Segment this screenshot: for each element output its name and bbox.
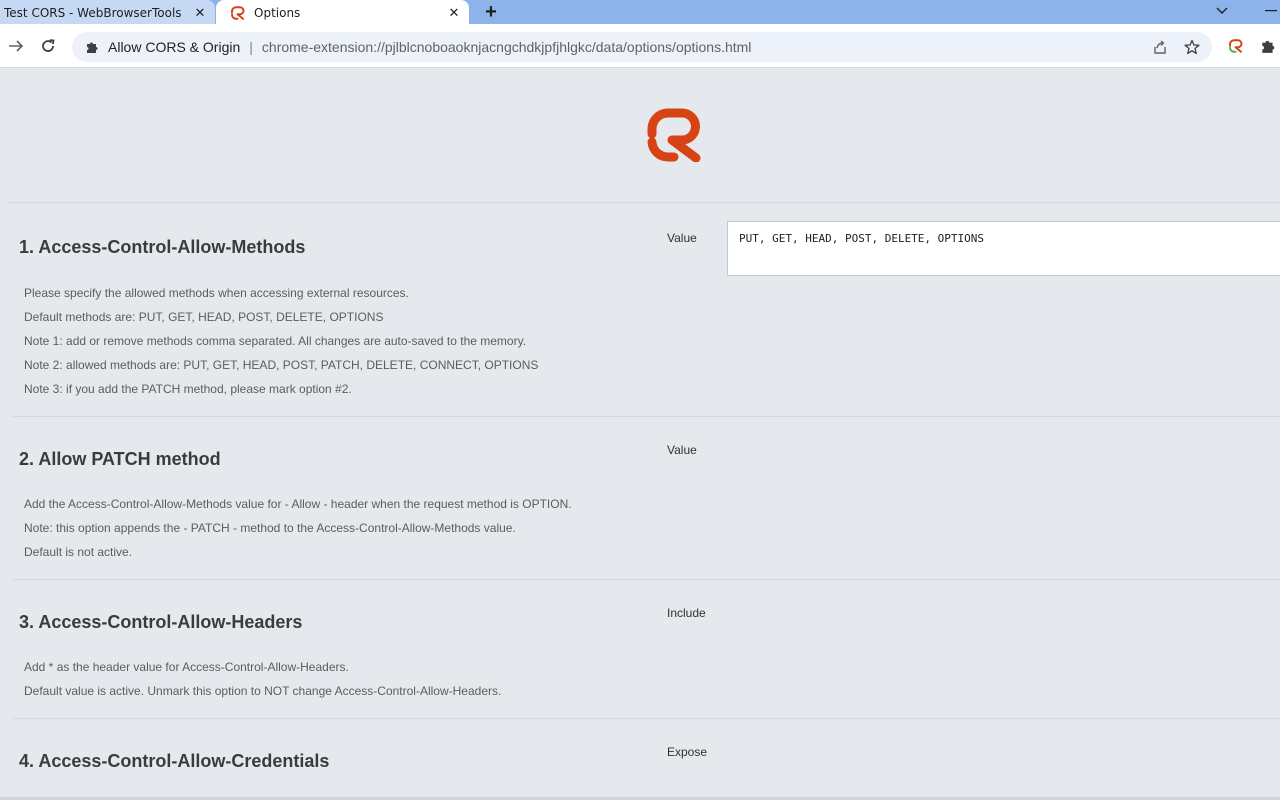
expose-label: Expose	[667, 745, 708, 759]
section-divider	[13, 416, 1280, 417]
address-bar[interactable]: Allow CORS & Origin | chrome-extension:/…	[72, 32, 1212, 62]
allowed-methods-input[interactable]: PUT, GET, HEAD, POST, DELETE, OPTIONS	[727, 221, 1280, 276]
section-description-line: Add * as the header value for Access-Con…	[24, 660, 349, 674]
close-icon[interactable]: ✕	[189, 2, 211, 24]
section-description-line: Note 1: add or remove methods comma sepa…	[24, 334, 527, 348]
section-divider	[13, 718, 1280, 719]
section-title: 3. Access-Control-Allow-Headers	[19, 612, 303, 632]
tab-test-cors[interactable]: Test CORS - WebBrowserTools ✕	[0, 0, 215, 26]
minimize-icon[interactable]	[1262, 0, 1280, 22]
section-description-line: Default is not active.	[24, 545, 133, 559]
address-separator: |	[249, 39, 253, 55]
section-description-line: Default value is active. Unmark this opt…	[24, 684, 502, 698]
section-title: 2. Allow PATCH method	[19, 449, 221, 469]
new-tab-button[interactable]: +	[478, 0, 504, 24]
tab-title: Test CORS - WebBrowserTools	[4, 6, 182, 20]
section-description-line: Default methods are: PUT, GET, HEAD, POS…	[24, 310, 384, 324]
share-icon[interactable]	[1150, 37, 1170, 57]
section-title: 4. Access-Control-Allow-Credentials	[19, 751, 330, 771]
section-description-line: Please specify the allowed methods when …	[24, 286, 409, 300]
section-description-line: Note 2: allowed methods are: PUT, GET, H…	[24, 358, 539, 372]
section-description-line: Note 3: if you add the PATCH method, ple…	[24, 382, 352, 396]
chevron-down-icon[interactable]	[1210, 0, 1234, 22]
allow-cors-favicon-icon	[230, 5, 246, 21]
section-title: 1. Access-Control-Allow-Methods	[19, 237, 306, 257]
address-url[interactable]: chrome-extension://pjlblcnoboaoknjacngch…	[262, 39, 752, 55]
value-label: Value	[667, 231, 697, 245]
star-icon[interactable]	[1182, 37, 1202, 57]
arrow-right-icon[interactable]	[4, 34, 28, 58]
section-description-line: Add the Access-Control-Allow-Methods val…	[24, 497, 572, 511]
include-label: Include	[667, 606, 706, 620]
puzzle-icon	[84, 39, 100, 55]
header-divider	[6, 202, 1280, 203]
site-origin-label: Allow CORS & Origin	[108, 39, 241, 55]
tab-options[interactable]: Options ✕	[216, 0, 469, 26]
allow-cors-logo	[647, 108, 703, 163]
section-description-line: Note: this option appends the - PATCH - …	[24, 521, 516, 535]
close-icon[interactable]: ✕	[443, 2, 465, 24]
reload-icon[interactable]	[36, 34, 60, 58]
section-divider	[13, 579, 1280, 580]
value-label: Value	[667, 443, 697, 457]
allow-cors-extension-icon[interactable]	[1226, 36, 1246, 56]
extensions-puzzle-icon[interactable]	[1258, 36, 1278, 56]
options-page: 1. Access-Control-Allow-Methods Please s…	[0, 68, 1280, 800]
browser-toolbar: Allow CORS & Origin | chrome-extension:/…	[0, 24, 1280, 68]
tab-title: Options	[254, 6, 301, 20]
tab-strip: Test CORS - WebBrowserTools ✕ Options ✕ …	[0, 0, 1280, 26]
